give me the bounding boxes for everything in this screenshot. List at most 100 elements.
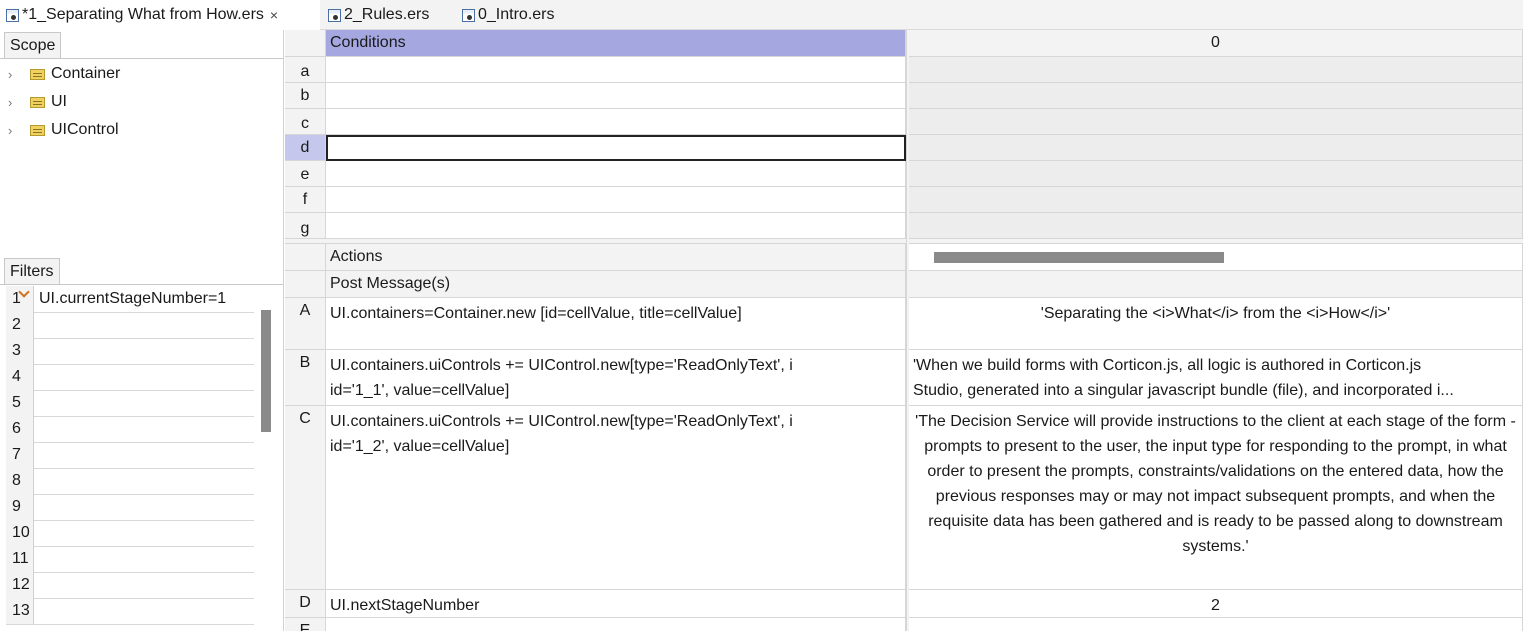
filters-scrollbar-thumb[interactable] <box>261 310 271 432</box>
condition-row-label[interactable]: c <box>285 109 326 135</box>
filter-row[interactable]: 13 <box>6 598 254 625</box>
horizontal-scrollbar-thumb[interactable] <box>934 252 1224 263</box>
conditions-header[interactable]: Conditions <box>326 30 906 57</box>
condition-value-cell[interactable] <box>909 57 1523 83</box>
filter-expression[interactable]: UI.currentStageNumber=1 <box>34 286 254 312</box>
condition-value-cell[interactable] <box>909 109 1523 135</box>
action-value-cell[interactable]: 2 <box>909 590 1523 618</box>
filter-expression[interactable] <box>34 572 254 598</box>
condition-expression-cell[interactable] <box>326 187 906 213</box>
condition-row-label[interactable]: g <box>285 213 326 239</box>
condition-expression-cell[interactable] <box>326 83 906 109</box>
condition-value-cell[interactable] <box>909 161 1523 187</box>
filter-row-number: 13 <box>6 598 34 624</box>
rule-column-header[interactable]: 0 <box>909 30 1523 57</box>
filter-row[interactable]: 12 <box>6 572 254 599</box>
filter-row[interactable]: 11 <box>6 546 254 573</box>
condition-row-label-selected[interactable]: d <box>285 135 326 161</box>
chevron-right-icon[interactable]: › <box>8 67 20 82</box>
tab-label: 2_Rules.ers <box>344 6 430 23</box>
filter-row-number: 3 <box>6 338 34 364</box>
scope-tab[interactable]: Scope <box>4 32 62 59</box>
filter-row[interactable]: 8 <box>6 468 254 495</box>
action-row-label[interactable]: C <box>285 406 326 590</box>
filter-expression[interactable] <box>34 416 254 442</box>
action-expression-cell[interactable] <box>326 618 906 631</box>
action-value-cell[interactable]: 'Separating the <i>What</i> from the <i>… <box>909 298 1523 350</box>
action-value-cell[interactable]: 'When we build forms with Corticon.js, a… <box>909 350 1523 406</box>
condition-expression-cell[interactable] <box>326 57 906 83</box>
filter-expression[interactable] <box>34 494 254 520</box>
filter-row[interactable]: 6 <box>6 416 254 443</box>
filter-expression[interactable] <box>34 520 254 546</box>
filter-expression[interactable] <box>34 546 254 572</box>
condition-row-label[interactable]: e <box>285 161 326 187</box>
condition-row-label[interactable]: b <box>285 83 326 109</box>
condition-value-cell[interactable] <box>909 135 1523 161</box>
condition-value-cell[interactable] <box>909 213 1523 239</box>
tree-item-ui[interactable]: › UI <box>8 88 67 116</box>
condition-value-cell[interactable] <box>909 83 1523 109</box>
filter-row[interactable]: 4 <box>6 364 254 391</box>
filter-row-number: 2 <box>6 312 34 338</box>
action-row-label[interactable]: D <box>285 590 326 618</box>
condition-value-cell[interactable] <box>909 187 1523 213</box>
ruleflow-file-icon <box>462 8 475 22</box>
scope-panel: Scope › Container › UI › UIControl <box>0 30 284 252</box>
column-splitter[interactable] <box>906 30 909 631</box>
tab-rules[interactable]: 2_Rules.ers <box>322 0 452 30</box>
action-row-label[interactable]: B <box>285 350 326 406</box>
condition-expression-cell[interactable] <box>326 161 906 187</box>
action-row-label[interactable]: E <box>285 618 326 631</box>
chevron-right-icon[interactable]: › <box>8 95 20 110</box>
condition-expression-cell-selected[interactable] <box>326 135 906 161</box>
filter-expression[interactable] <box>34 364 254 390</box>
action-row-label[interactable]: A <box>285 298 326 350</box>
filter-expression[interactable] <box>34 338 254 364</box>
filter-row-number: 12 <box>6 572 34 598</box>
action-expression-cell[interactable]: UI.containers.uiControls += UIControl.ne… <box>326 406 906 590</box>
tree-item-container[interactable]: › Container <box>8 60 120 88</box>
condition-row-label[interactable]: a <box>285 57 326 83</box>
filter-row[interactable]: 1 UI.currentStageNumber=1 <box>6 286 254 313</box>
action-expression-cell[interactable]: UI.containers.uiControls += UIControl.ne… <box>326 350 906 406</box>
tab-label: *1_Separating What from How.ers <box>22 6 264 23</box>
entity-icon <box>30 68 45 80</box>
condition-expression-cell[interactable] <box>326 109 906 135</box>
tab-separating-what-from-how[interactable]: *1_Separating What from How.ers × <box>0 0 320 30</box>
divider <box>0 284 283 285</box>
filter-expression[interactable] <box>34 598 254 624</box>
action-expression-cell[interactable]: UI.containers=Container.new [id=cellValu… <box>326 298 906 350</box>
tab-intro[interactable]: 0_Intro.ers <box>456 0 576 30</box>
close-icon[interactable]: × <box>270 7 278 23</box>
condition-expression-cell[interactable] <box>326 213 906 239</box>
editor-tab-bar: *1_Separating What from How.ers × 2_Rule… <box>0 0 1523 30</box>
post-message-value-cell[interactable] <box>909 271 1523 298</box>
tree-item-uicontrol[interactable]: › UIControl <box>8 116 119 144</box>
filter-row[interactable]: 9 <box>6 494 254 521</box>
filter-expression[interactable] <box>34 390 254 416</box>
action-value-cell[interactable]: 'The Decision Service will provide instr… <box>909 406 1523 590</box>
actions-header[interactable]: Actions <box>326 244 906 271</box>
corner-cell <box>285 244 326 271</box>
filter-row[interactable]: 3 <box>6 338 254 365</box>
filter-row-number: 11 <box>6 546 34 572</box>
filter-expression[interactable] <box>34 468 254 494</box>
action-value-cell[interactable] <box>909 618 1523 631</box>
filter-row-number: 9 <box>6 494 34 520</box>
post-message-header[interactable]: Post Message(s) <box>326 271 906 298</box>
filter-row[interactable]: 10 <box>6 520 254 547</box>
tree-item-label: Container <box>51 65 121 82</box>
condition-row-label[interactable]: f <box>285 187 326 213</box>
filters-panel: Filters 1 UI.currentStageNumber=1 2 3 4 5… <box>0 252 284 631</box>
filter-row[interactable]: 5 <box>6 390 254 417</box>
filter-expression[interactable] <box>34 312 254 338</box>
filter-expression[interactable] <box>34 442 254 468</box>
chevron-right-icon[interactable]: › <box>8 123 20 138</box>
corner-cell <box>285 30 326 57</box>
filters-tab[interactable]: Filters <box>4 258 60 285</box>
action-expression-cell[interactable]: UI.nextStageNumber <box>326 590 906 618</box>
filter-row-number: 6 <box>6 416 34 442</box>
filter-row[interactable]: 2 <box>6 312 254 339</box>
filter-row[interactable]: 7 <box>6 442 254 469</box>
